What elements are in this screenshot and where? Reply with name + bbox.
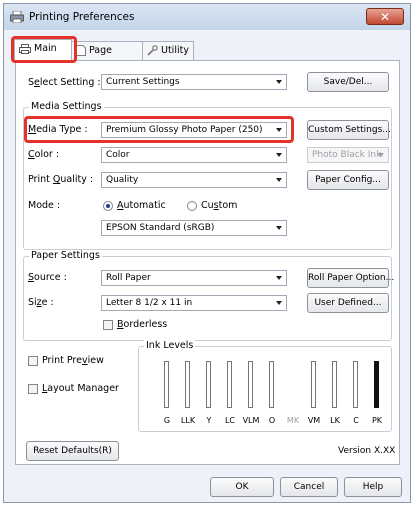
mode-automatic-radio[interactable]	[103, 201, 113, 211]
tab-main-label: Main	[34, 43, 57, 54]
chevron-down-icon	[276, 128, 282, 132]
print-preview-checkbox[interactable]	[28, 356, 38, 366]
ok-button[interactable]: OK	[210, 477, 274, 497]
page-icon	[76, 45, 86, 56]
chevron-down-icon	[276, 276, 282, 280]
color-label: Color :	[28, 149, 60, 160]
ink-label-lk: LK	[330, 416, 340, 425]
borderless-label[interactable]: Borderless	[117, 319, 167, 330]
printer-app-icon	[10, 11, 24, 23]
custom-settings-button[interactable]: Custom Settings...	[307, 120, 391, 140]
ink-label-c: C	[353, 416, 359, 425]
ink-label-pk: PK	[371, 416, 383, 425]
print-quality-label: Print Quality :	[28, 174, 94, 185]
print-preview-label[interactable]: Print Preview	[42, 355, 104, 366]
color-dropdown[interactable]: Color	[101, 147, 287, 163]
cancel-button[interactable]: Cancel	[280, 477, 338, 497]
ink-levels-title: Ink Levels	[144, 340, 196, 351]
print-quality-dropdown[interactable]: Quality	[101, 172, 287, 188]
chevron-down-icon	[276, 301, 282, 305]
ink-type-dropdown[interactable]: Photo Black Ink	[307, 147, 389, 163]
ink-label-llk: LLK	[180, 416, 196, 425]
ink-label-lc: LC	[224, 416, 236, 425]
ink-bar-o	[269, 361, 274, 408]
mode-label: Mode :	[28, 200, 61, 211]
media-settings-title: Media Settings	[29, 101, 104, 112]
select-setting-label: Select Setting :	[28, 77, 101, 88]
borderless-checkbox[interactable]	[103, 320, 113, 330]
media-type-dropdown[interactable]: Premium Glossy Photo Paper (250)	[101, 122, 287, 138]
ink-bar-g	[164, 361, 169, 408]
title-bar[interactable]: Printing Preferences ✕	[4, 4, 410, 30]
version-label: Version X.XX	[338, 446, 396, 456]
ink-bar-y	[206, 361, 211, 408]
wrench-icon	[147, 45, 158, 56]
media-type-label: Media Type :	[28, 124, 88, 135]
paper-settings-title: Paper Settings	[29, 250, 102, 261]
tab-main[interactable]: Main	[14, 39, 72, 61]
ink-label-y: Y	[206, 416, 212, 425]
paper-config-button[interactable]: Paper Config...	[307, 170, 389, 190]
ink-label-mk: MK	[286, 416, 300, 425]
ink-label-vlm: VLM	[242, 416, 260, 425]
ink-label-o: O	[268, 416, 276, 425]
printing-preferences-window: Printing Preferences ✕ Main Page Layout …	[3, 3, 411, 503]
ink-label-vm: VM	[307, 416, 321, 425]
ink-bar-pk	[374, 361, 379, 408]
ink-bar-c	[353, 361, 358, 408]
size-dropdown[interactable]: Letter 8 1/2 x 11 in	[101, 295, 287, 311]
main-tab-panel: Select Setting : Current Settings Save/D…	[15, 60, 400, 465]
chevron-down-icon	[276, 226, 282, 230]
chevron-down-icon	[276, 153, 282, 157]
roll-paper-option-button[interactable]: Roll Paper Option...	[307, 268, 394, 288]
ink-bar-vm	[311, 361, 316, 408]
window-title: Printing Preferences	[29, 11, 135, 23]
tab-utility-label: Utility	[161, 45, 189, 56]
layout-manager-checkbox[interactable]	[28, 384, 38, 394]
chevron-down-icon	[276, 80, 282, 84]
chevron-down-icon	[276, 178, 282, 182]
mode-custom-label[interactable]: Custom	[201, 200, 237, 211]
tab-utility[interactable]: Utility	[142, 41, 194, 60]
chevron-down-icon	[378, 153, 384, 157]
help-button[interactable]: Help	[344, 477, 402, 497]
ink-bar-vlm	[248, 361, 253, 408]
mode-custom-radio[interactable]	[187, 201, 197, 211]
save-del-button[interactable]: Save/Del...	[307, 72, 389, 92]
source-dropdown[interactable]: Roll Paper	[101, 270, 287, 286]
close-icon: ✕	[379, 10, 391, 24]
select-setting-dropdown[interactable]: Current Settings	[101, 74, 287, 90]
layout-manager-label[interactable]: Layout Manager	[42, 383, 119, 394]
color-mode-dropdown[interactable]: EPSON Standard (sRGB)	[101, 220, 287, 236]
reset-defaults-button[interactable]: Reset Defaults(R)	[26, 441, 119, 461]
user-defined-button[interactable]: User Defined...	[307, 293, 389, 313]
ink-label-g: G	[163, 416, 171, 425]
mode-automatic-label[interactable]: Automatic	[117, 200, 166, 211]
ink-bar-lk	[332, 361, 337, 408]
source-label: Source :	[28, 272, 67, 283]
size-label: Size :	[28, 297, 54, 308]
ink-bar-llk	[185, 361, 190, 408]
printer-icon	[19, 43, 31, 54]
tab-page-layout[interactable]: Page Layout	[71, 41, 143, 74]
ink-bar-lc	[227, 361, 232, 408]
close-button[interactable]: ✕	[366, 8, 404, 25]
